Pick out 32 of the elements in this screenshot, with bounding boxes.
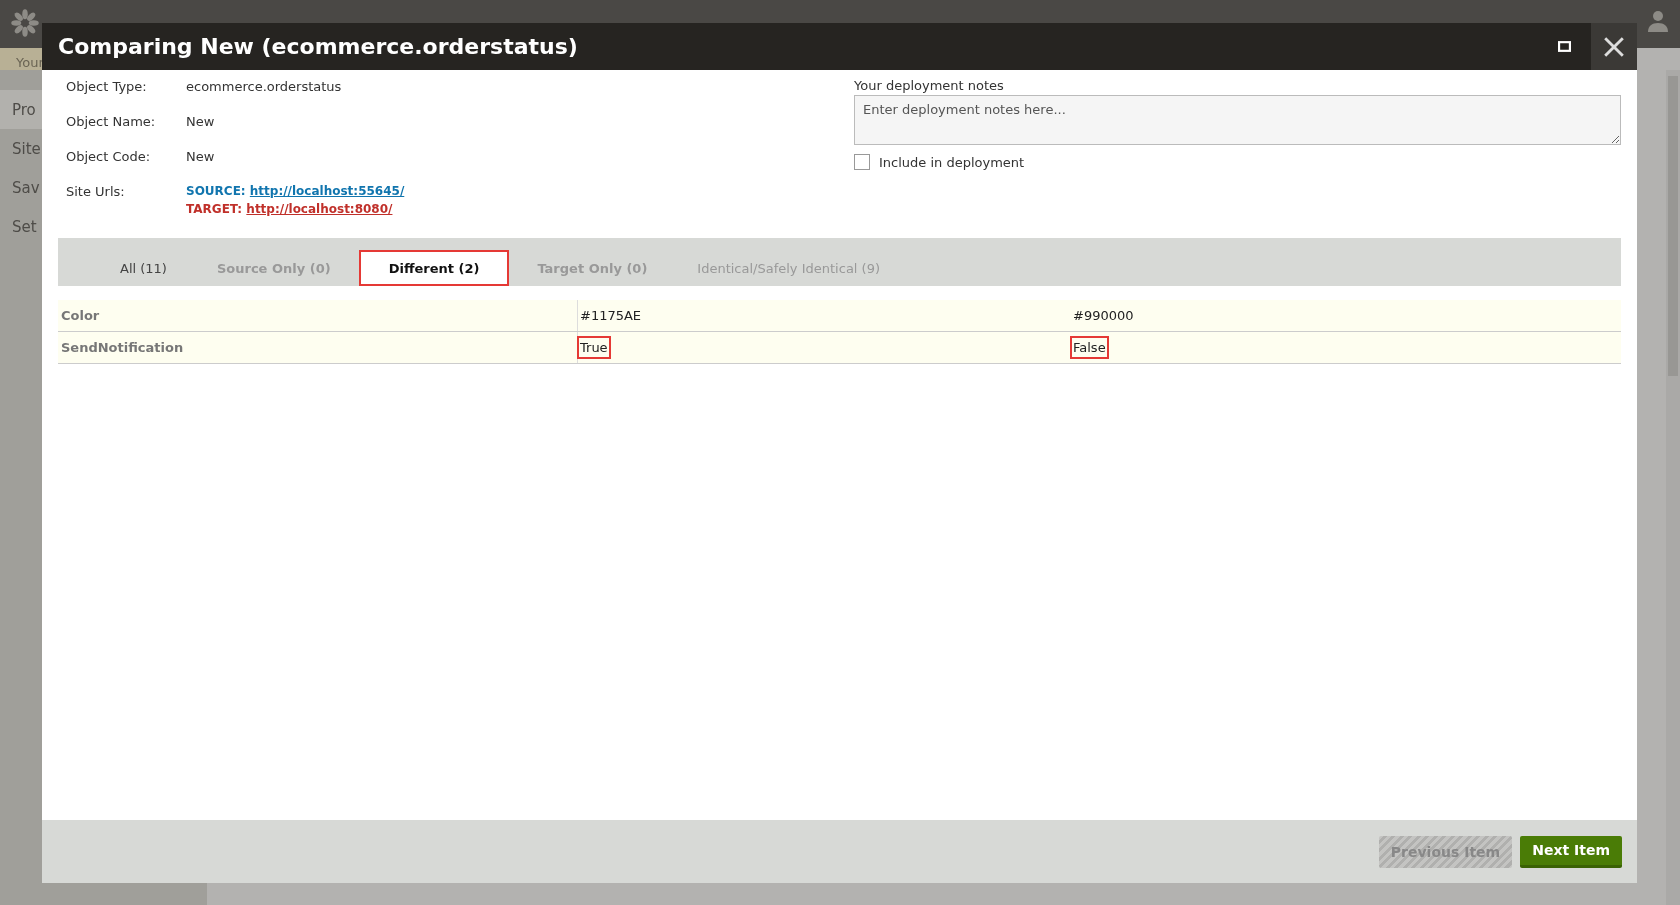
target-value: False xyxy=(1071,337,1108,358)
field-name: Color xyxy=(61,308,100,323)
checkbox-label: Include in deployment xyxy=(879,154,1025,170)
source-value: True xyxy=(578,337,610,358)
source-link[interactable]: http://localhost:55645/ xyxy=(249,184,405,198)
dialog-title: Comparing New (ecommerce.orderstatus) xyxy=(58,34,579,59)
notes-label: Your deployment notes xyxy=(854,78,1005,93)
close-icon[interactable] xyxy=(1603,35,1625,58)
notes-field[interactable]: Enter deployment notes here... xyxy=(854,95,1621,145)
user-icon[interactable] xyxy=(1646,8,1670,32)
maximize-icon[interactable] xyxy=(1558,41,1571,52)
close-button[interactable] xyxy=(1591,23,1637,70)
target-value: #990000 xyxy=(1072,307,1135,325)
source-value: #1175AE xyxy=(579,307,643,325)
checkbox[interactable] xyxy=(854,154,870,170)
tab[interactable]: Different (2) xyxy=(358,250,510,286)
scrollbar[interactable] xyxy=(1666,70,1680,905)
source-label: SOURCE: xyxy=(186,184,246,198)
target-label: TARGET: xyxy=(186,202,243,216)
detail-value: New xyxy=(186,149,215,166)
tab[interactable]: All (11) xyxy=(98,250,189,286)
detail-label: Site Urls: xyxy=(66,184,126,201)
field-name: SendNotification xyxy=(61,340,184,355)
logo-icon[interactable] xyxy=(10,8,40,38)
notice-text: Your xyxy=(16,55,44,70)
target-link[interactable]: http://localhost:8080/ xyxy=(246,202,393,216)
detail-value: ecommerce.orderstatus xyxy=(186,79,342,96)
detail-label: Object Code: xyxy=(66,149,152,166)
detail-label: Object Name: xyxy=(66,114,157,131)
next-button[interactable]: Next Item xyxy=(1520,835,1622,868)
detail-value: New xyxy=(186,114,215,131)
detail-label: Object Type: xyxy=(66,79,148,96)
